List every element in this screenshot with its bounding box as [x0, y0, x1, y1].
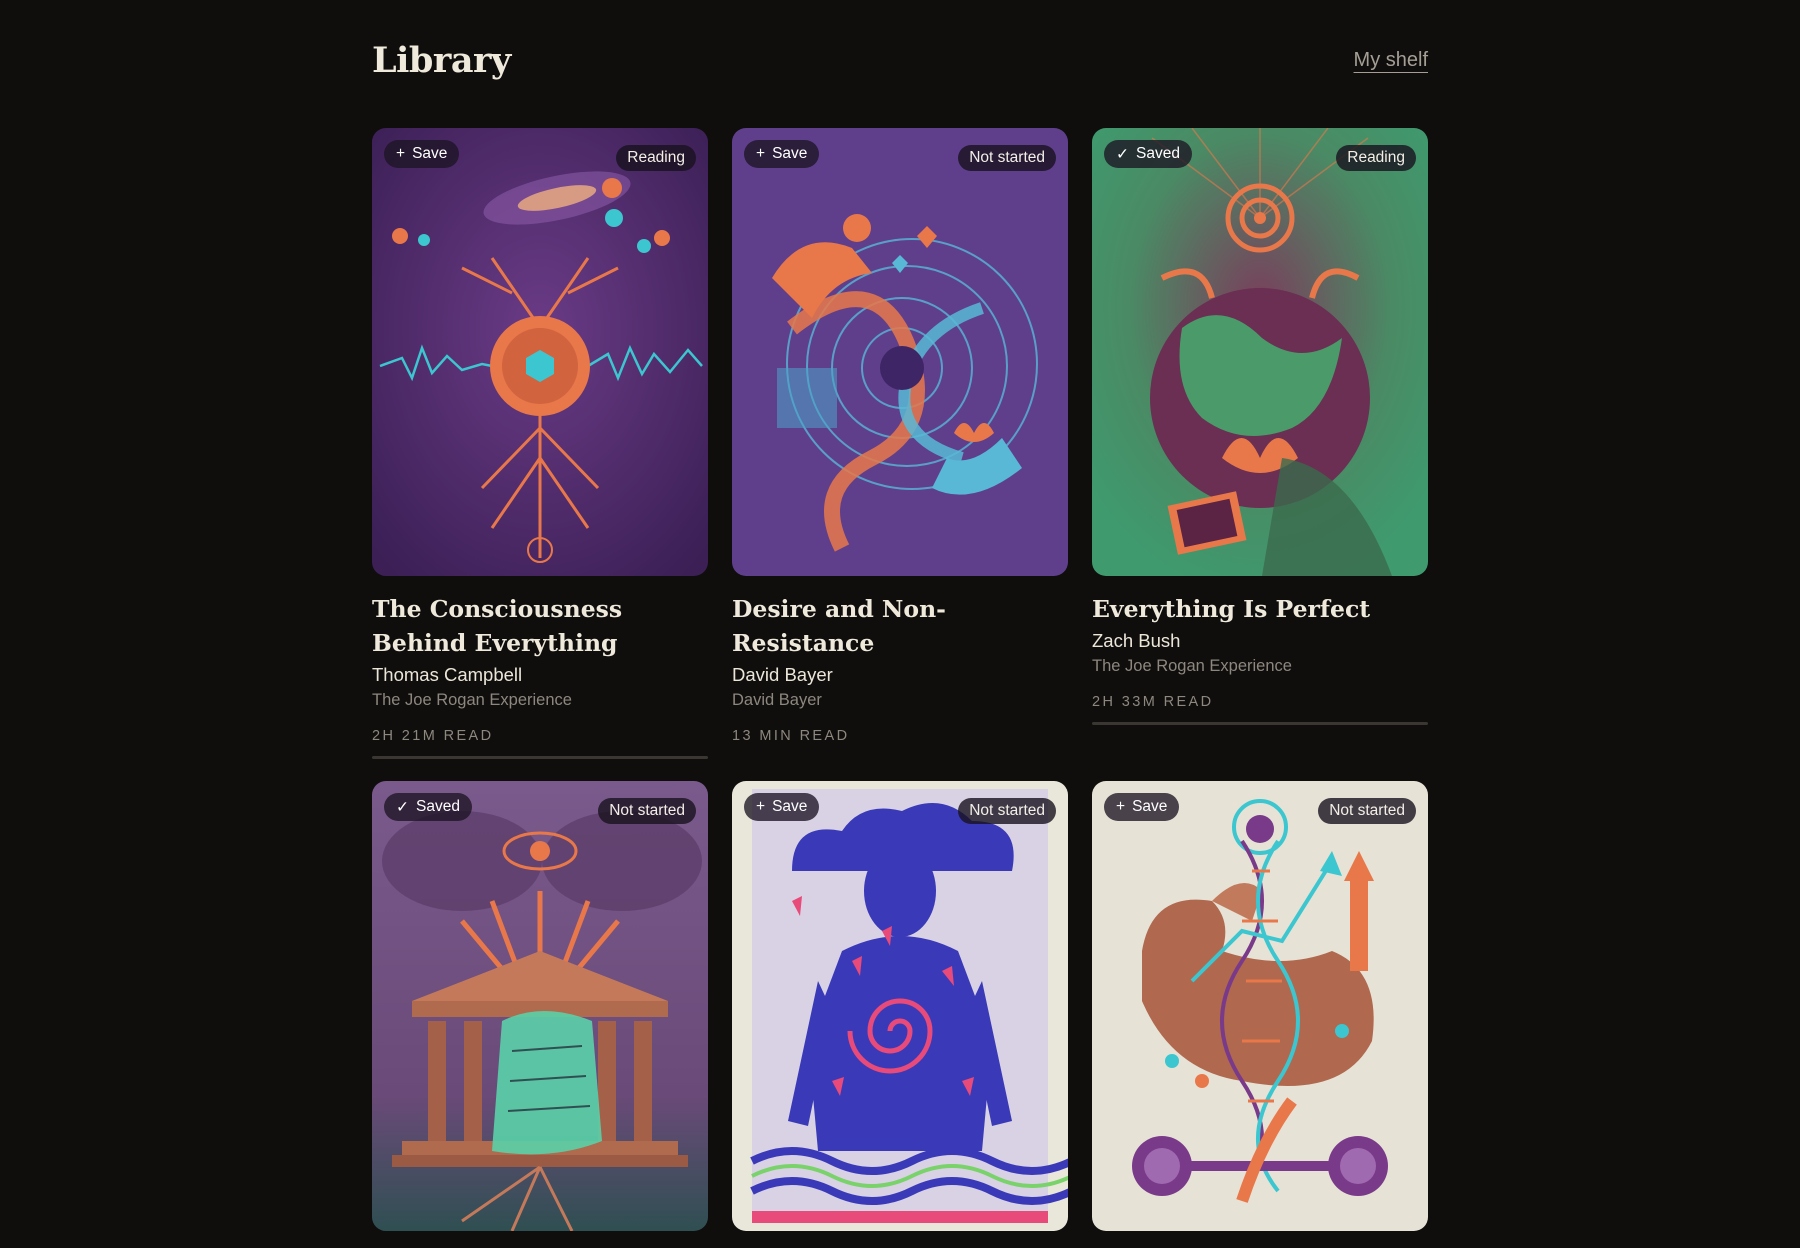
saved-button[interactable]: ✓ Saved — [384, 793, 472, 821]
save-button[interactable]: + Save — [744, 140, 820, 168]
status-badge: Not started — [958, 145, 1056, 171]
brain-tree-cover-art — [372, 128, 708, 576]
temple-ai-cover-art — [372, 781, 708, 1231]
muscle-dna-cover-art — [1092, 781, 1428, 1231]
book-author: David Bayer — [732, 664, 833, 685]
book-cover[interactable]: ✓ Saved Reading — [1092, 128, 1428, 576]
progress-bar — [372, 756, 708, 759]
read-time: 13 MIN READ — [732, 728, 850, 744]
page-title: Library — [372, 39, 511, 81]
hands-swirl-cover-art — [732, 128, 1068, 576]
saved-button[interactable]: ✓ Saved — [1104, 140, 1192, 168]
plus-icon: + — [756, 798, 766, 815]
book-source: The Joe Rogan Experience — [1092, 657, 1292, 675]
book-meta: The Consciousness Behind Everything Thom… — [372, 576, 708, 759]
plus-icon: + — [1116, 798, 1126, 815]
header: Library My shelf — [372, 30, 1428, 90]
book-cover[interactable]: + Save Not started — [732, 128, 1068, 576]
status-badge: Not started — [598, 798, 696, 824]
book-meta: Desire and Non-Resistance David Bayer Da… — [732, 576, 1068, 744]
save-button[interactable]: + Save — [1104, 793, 1180, 821]
book-author: Zach Bush — [1092, 630, 1181, 651]
book-meta: Everything Is Perfect Zach Bush The Joe … — [1092, 576, 1428, 725]
book-card[interactable]: + Save Not started — [732, 781, 1068, 1231]
save-button[interactable]: + Save — [744, 793, 820, 821]
progress-bar — [1092, 722, 1428, 725]
book-cover[interactable]: + Save Not started — [732, 781, 1068, 1231]
book-cover[interactable]: + Save Not started — [1092, 781, 1428, 1231]
earth-lotus-cover-art — [1092, 128, 1428, 576]
status-badge: Reading — [1336, 145, 1416, 171]
book-cover[interactable]: + Save Reading — [372, 128, 708, 576]
my-shelf-link[interactable]: My shelf — [1354, 49, 1428, 72]
read-time: 2H 33M READ — [1092, 694, 1214, 710]
library-grid: + Save Reading The Consciousness Behind … — [372, 128, 1428, 1231]
check-icon: ✓ — [396, 798, 409, 816]
check-icon: ✓ — [1116, 145, 1129, 163]
status-badge: Not started — [1318, 798, 1416, 824]
book-author: Thomas Campbell — [372, 664, 523, 685]
body-spiral-cover-art — [732, 781, 1068, 1231]
book-source: The Joe Rogan Experience — [372, 691, 572, 709]
book-title[interactable]: Everything Is Perfect — [1092, 592, 1428, 626]
book-card[interactable]: ✓ Saved Not started — [372, 781, 708, 1231]
book-cover[interactable]: ✓ Saved Not started — [372, 781, 708, 1231]
save-button[interactable]: + Save — [384, 140, 460, 168]
book-card[interactable]: + Save Reading The Consciousness Behind … — [372, 128, 708, 759]
book-card[interactable]: + Save Not started — [1092, 781, 1428, 1231]
book-card[interactable]: ✓ Saved Reading Everything Is Perfect Za… — [1092, 128, 1428, 759]
book-title[interactable]: The Consciousness Behind Everything — [372, 592, 708, 660]
plus-icon: + — [756, 145, 766, 162]
book-title[interactable]: Desire and Non-Resistance — [732, 592, 1068, 660]
read-time: 2H 21M READ — [372, 728, 494, 744]
status-badge: Not started — [958, 798, 1056, 824]
plus-icon: + — [396, 145, 406, 162]
status-badge: Reading — [616, 145, 696, 171]
book-card[interactable]: + Save Not started Desire and Non-Resist… — [732, 128, 1068, 759]
book-source: David Bayer — [732, 691, 822, 709]
